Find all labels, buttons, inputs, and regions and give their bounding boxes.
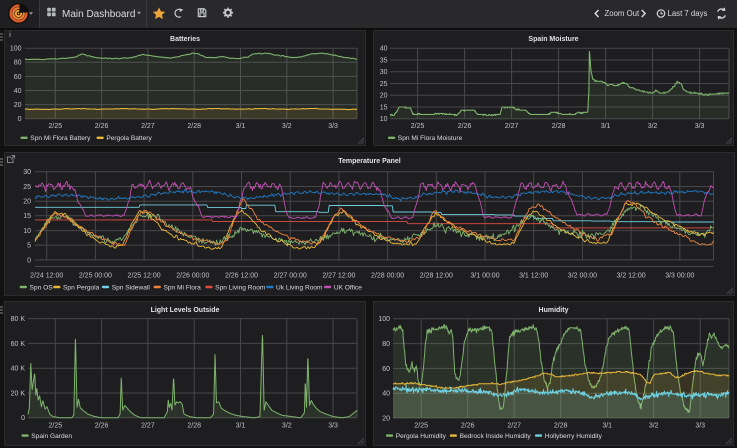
svg-text:2/26: 2/26 xyxy=(95,123,109,130)
svg-text:Last 7 days: Last 7 days xyxy=(668,9,708,18)
svg-text:2/26: 2/26 xyxy=(461,422,475,429)
svg-text:80: 80 xyxy=(382,341,390,348)
svg-text:2/26 12:00: 2/26 12:00 xyxy=(225,273,258,280)
svg-text:2/26: 2/26 xyxy=(95,422,109,429)
svg-text:20: 20 xyxy=(14,102,22,109)
svg-text:3/3 00:00: 3/3 00:00 xyxy=(665,273,694,280)
svg-text:3/2: 3/2 xyxy=(649,422,659,429)
svg-text:2/27: 2/27 xyxy=(507,422,521,429)
svg-text:15: 15 xyxy=(380,104,388,111)
svg-text:3/1: 3/1 xyxy=(601,123,611,130)
svg-text:Spn Pergola: Spn Pergola xyxy=(63,284,100,291)
svg-text:35: 35 xyxy=(380,57,388,64)
svg-text:10: 10 xyxy=(380,116,388,123)
svg-text:Spn Mi Flora Moisture: Spn Mi Flora Moisture xyxy=(398,135,463,142)
svg-text:3/3: 3/3 xyxy=(328,422,338,429)
svg-text:80: 80 xyxy=(14,60,22,67)
svg-text:3/1: 3/1 xyxy=(602,422,612,429)
svg-text:2/27: 2/27 xyxy=(141,123,155,130)
svg-text:40: 40 xyxy=(14,88,22,95)
svg-text:3/2 12:00: 3/2 12:00 xyxy=(616,273,645,280)
svg-text:Batteries: Batteries xyxy=(170,36,200,43)
svg-text:3/1: 3/1 xyxy=(236,123,246,130)
svg-text:Spn Sidewall: Spn Sidewall xyxy=(112,284,151,291)
svg-text:2/26 00:00: 2/26 00:00 xyxy=(176,273,209,280)
svg-text:3/2: 3/2 xyxy=(282,422,292,429)
svg-text:30: 30 xyxy=(380,69,388,76)
svg-text:40: 40 xyxy=(382,391,390,398)
svg-text:2/25 12:00: 2/25 12:00 xyxy=(128,273,161,280)
svg-text:2/25: 2/25 xyxy=(48,422,62,429)
svg-text:3/2: 3/2 xyxy=(282,123,292,130)
svg-text:Spn OS: Spn OS xyxy=(30,284,54,291)
svg-text:20: 20 xyxy=(380,93,388,100)
svg-text:2/27 12:00: 2/27 12:00 xyxy=(322,273,355,280)
svg-text:2/28: 2/28 xyxy=(554,422,568,429)
svg-text:20: 20 xyxy=(382,415,390,422)
svg-text:3/1 00:00: 3/1 00:00 xyxy=(470,273,499,280)
svg-text:80 K: 80 K xyxy=(11,316,26,323)
svg-text:40 K: 40 K xyxy=(11,366,26,373)
svg-text:5: 5 xyxy=(27,243,31,250)
svg-text:Light Levels Outside: Light Levels Outside xyxy=(151,307,220,314)
svg-text:2/25: 2/25 xyxy=(414,422,428,429)
svg-text:40: 40 xyxy=(380,46,388,53)
svg-text:Zoom Out: Zoom Out xyxy=(605,9,640,18)
svg-text:3/1: 3/1 xyxy=(236,422,246,429)
svg-text:Main Dashboard: Main Dashboard xyxy=(62,9,135,20)
svg-text:60: 60 xyxy=(382,366,390,373)
svg-text:3/2 00:00: 3/2 00:00 xyxy=(568,273,597,280)
svg-text:25: 25 xyxy=(23,184,31,191)
svg-text:Pergola Humidity: Pergola Humidity xyxy=(396,433,447,440)
svg-text:3/3: 3/3 xyxy=(328,123,338,130)
svg-text:2/28 00:00: 2/28 00:00 xyxy=(371,273,404,280)
svg-text:0: 0 xyxy=(21,415,25,422)
svg-text:2/28: 2/28 xyxy=(552,123,566,130)
svg-text:Spn Living Room: Spn Living Room xyxy=(215,284,266,291)
svg-text:15: 15 xyxy=(23,213,31,220)
svg-text:25: 25 xyxy=(380,81,388,88)
svg-text:Spn Mi Flora: Spn Mi Flora xyxy=(163,284,201,291)
svg-text:Spn Mi Flora Battery: Spn Mi Flora Battery xyxy=(30,135,91,142)
svg-text:2/27: 2/27 xyxy=(505,123,519,130)
svg-text:20 K: 20 K xyxy=(11,390,26,397)
svg-text:UK Office: UK Office xyxy=(334,284,362,291)
svg-text:0: 0 xyxy=(27,257,31,264)
svg-text:Spain Moisture: Spain Moisture xyxy=(528,36,578,43)
svg-text:3/3: 3/3 xyxy=(695,422,705,429)
svg-text:20: 20 xyxy=(23,199,31,206)
svg-text:30: 30 xyxy=(23,169,31,176)
svg-text:Bedrock Inside Humidity: Bedrock Inside Humidity xyxy=(460,433,532,440)
svg-text:2/27 00:00: 2/27 00:00 xyxy=(274,273,307,280)
svg-text:0: 0 xyxy=(18,116,22,123)
svg-text:2/28 12:00: 2/28 12:00 xyxy=(420,273,453,280)
svg-text:3/1 12:00: 3/1 12:00 xyxy=(519,273,548,280)
svg-text:10: 10 xyxy=(23,228,31,235)
svg-text:60 K: 60 K xyxy=(11,341,26,348)
svg-text:2/25 00:00: 2/25 00:00 xyxy=(79,273,112,280)
svg-text:Pergola Battery: Pergola Battery xyxy=(106,135,152,142)
svg-text:2/25: 2/25 xyxy=(411,123,425,130)
svg-text:3/2: 3/2 xyxy=(648,123,658,130)
svg-text:Uk Living Room: Uk Living Room xyxy=(276,284,323,291)
svg-text:60: 60 xyxy=(14,74,22,81)
svg-text:i: i xyxy=(9,32,11,39)
svg-text:100: 100 xyxy=(378,316,390,323)
svg-text:Humidity: Humidity xyxy=(539,307,569,314)
svg-text:100: 100 xyxy=(10,46,22,53)
svg-text:Temperature Panel: Temperature Panel xyxy=(338,158,401,165)
svg-text:Spain Garden: Spain Garden xyxy=(31,433,72,440)
svg-text:2/28: 2/28 xyxy=(187,422,201,429)
svg-text:2/25: 2/25 xyxy=(48,123,62,130)
svg-text:Hollyberry Humidity: Hollyberry Humidity xyxy=(545,433,603,440)
svg-text:2/27: 2/27 xyxy=(141,422,155,429)
svg-text:2/24 12:00: 2/24 12:00 xyxy=(30,273,63,280)
svg-text:2/28: 2/28 xyxy=(187,123,201,130)
svg-text:3/3: 3/3 xyxy=(695,123,705,130)
svg-text:2/26: 2/26 xyxy=(458,123,472,130)
